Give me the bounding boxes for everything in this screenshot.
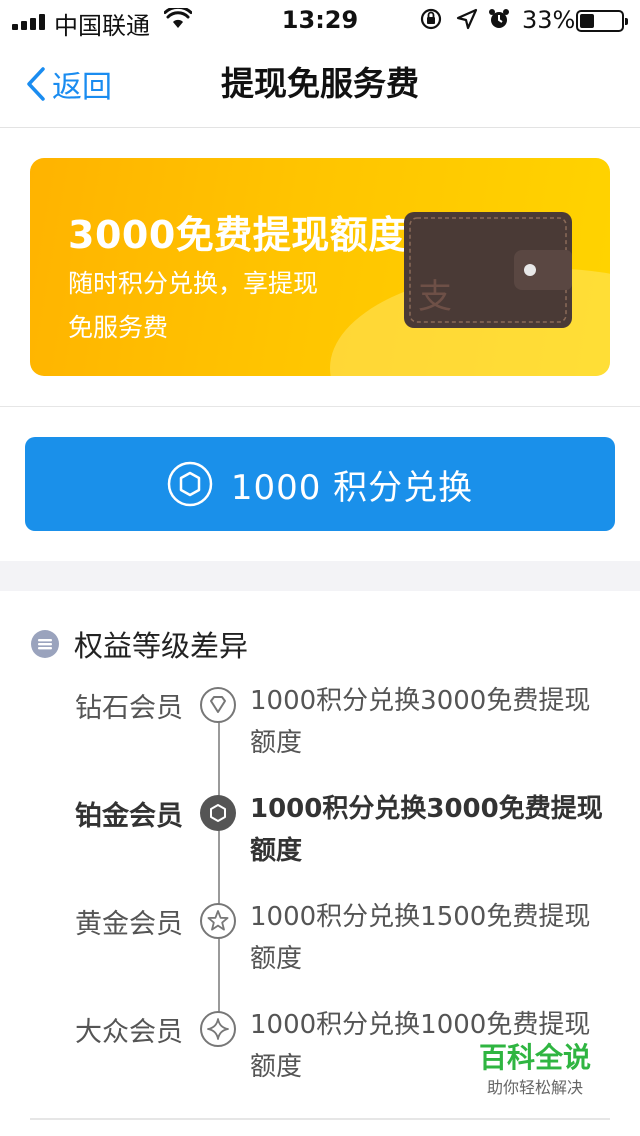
diamond-icon: [200, 687, 236, 723]
status-bar: 中国联通 13:29 33%: [0, 0, 640, 40]
tier-name: 钻石会员: [75, 693, 183, 724]
orientation-lock-icon: [420, 8, 442, 30]
battery-percent: 33%: [522, 6, 576, 34]
tier-name: 铂金会员: [75, 801, 183, 832]
tier-description: 1000积分兑换3000免费提现额度: [250, 686, 591, 758]
tier-name: 黄金会员: [75, 909, 183, 940]
section-separator: [0, 561, 640, 591]
watermark-title: 百科全说: [478, 1041, 591, 1074]
points-exchange-button[interactable]: 1000 积分兑换: [25, 437, 615, 531]
watermark-logo: 百科全说 助你轻松解决: [470, 1040, 600, 1112]
divider: [30, 1118, 610, 1120]
list-icon: [31, 630, 59, 658]
points-exchange-label: 1000 积分兑换: [230, 467, 474, 508]
promo-banner: 3000免费提现额度 随时积分兑换，享提现免服务费 支: [30, 158, 610, 376]
alarm-clock-icon: [489, 9, 509, 28]
hexagon-badge-icon: [167, 461, 213, 507]
hexagon-icon: [200, 795, 236, 831]
wallet-icon: 支: [404, 212, 572, 328]
location-arrow-icon: [456, 8, 478, 30]
benefits-header: 权益等级差异: [30, 622, 248, 666]
tier-name: 大众会员: [75, 1017, 183, 1048]
svg-text:支: 支: [418, 277, 452, 317]
navigation-bar: 返回 提现免服务费: [0, 40, 640, 128]
sparkle-icon: [200, 1011, 236, 1047]
benefits-title: 权益等级差异: [74, 629, 249, 663]
banner-title: 3000免费提现额度: [68, 213, 407, 257]
divider: [0, 406, 640, 407]
tier-description: 1000积分兑换1500免费提现额度: [250, 902, 591, 974]
star-icon: [200, 903, 236, 939]
page-title: 提现免服务费: [221, 64, 419, 103]
tier-description: 1000积分兑换3000免费提现额度: [250, 794, 603, 866]
timeline-line: [218, 712, 220, 1030]
banner-subtitle: 随时积分兑换，享提现免服务费: [68, 269, 319, 342]
battery-icon: [576, 10, 628, 32]
watermark-subtitle: 助你轻松解决: [486, 1078, 583, 1097]
